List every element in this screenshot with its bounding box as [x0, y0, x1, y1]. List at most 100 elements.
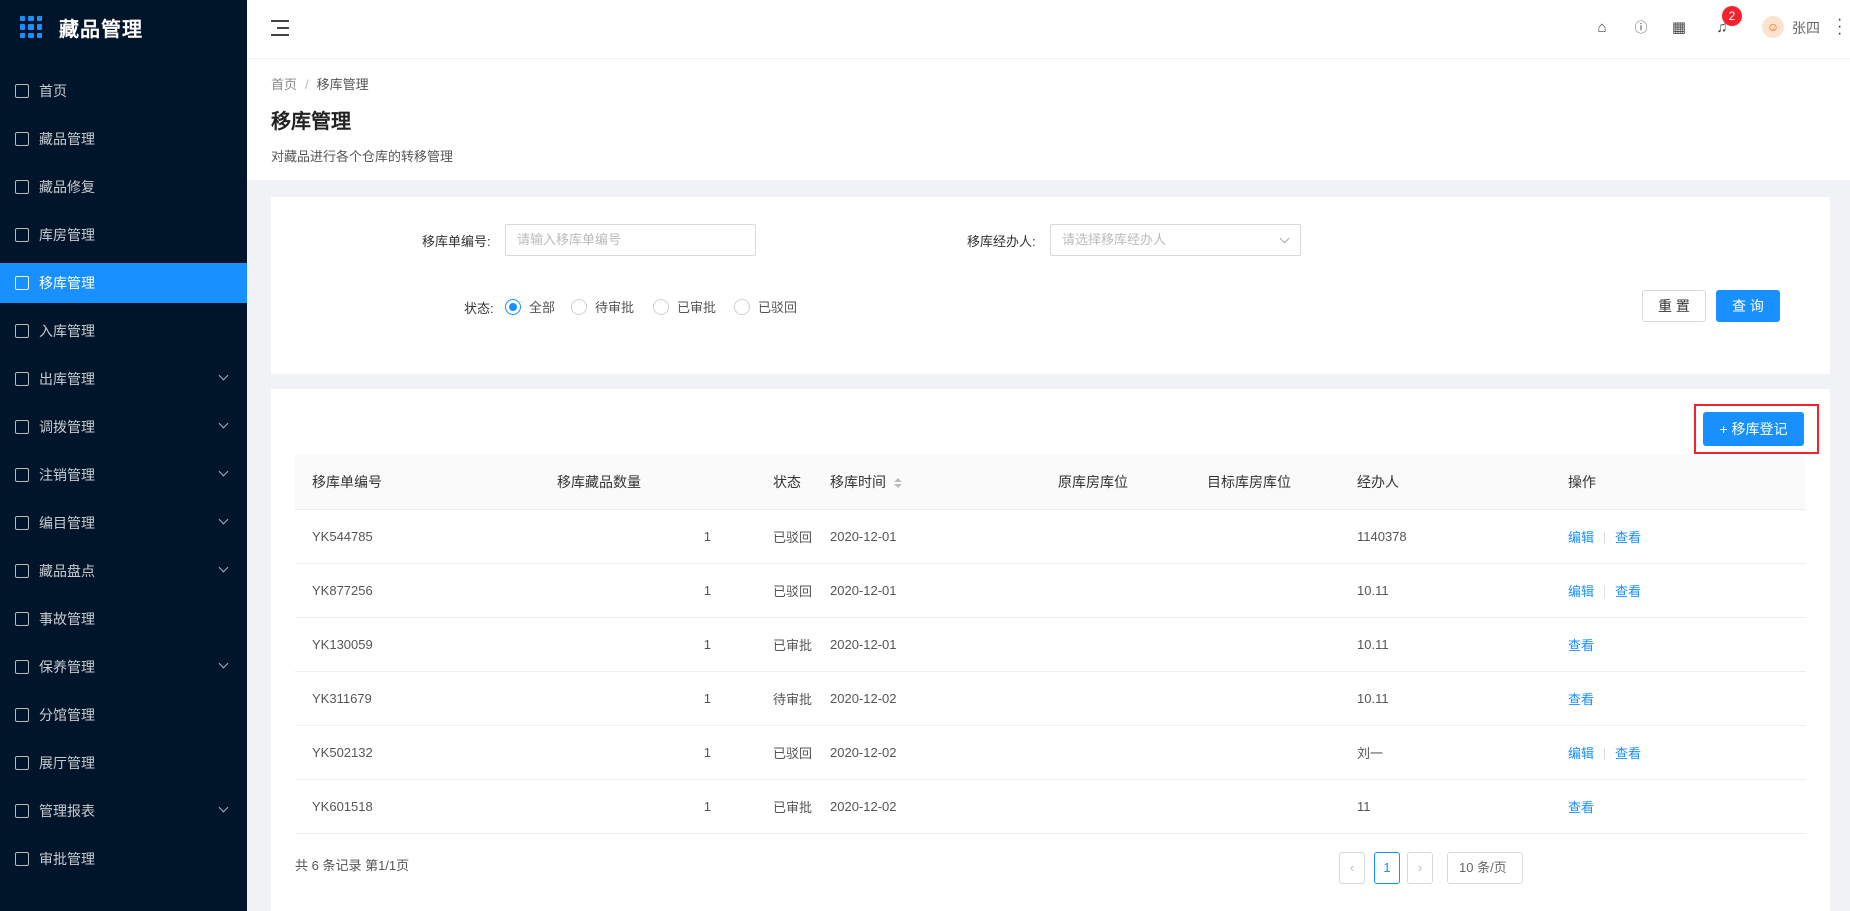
- action-divider: [1604, 532, 1606, 545]
- query-button[interactable]: 查 询: [1716, 290, 1780, 322]
- reset-button[interactable]: 重 置: [1642, 290, 1706, 322]
- order-no-input[interactable]: 请输入移库单编号: [505, 224, 756, 256]
- view-link[interactable]: 查看: [1615, 746, 1641, 761]
- next-page-button[interactable]: ›: [1407, 852, 1433, 884]
- action-divider: [1604, 748, 1606, 761]
- search-form: 移库单编号: 请输入移库单编号 移库经办人: 请选择移库经办人 状态: 全部 待…: [271, 197, 1830, 374]
- cell-time: 2020-12-02: [830, 779, 1058, 834]
- sort-icon[interactable]: [894, 478, 902, 489]
- table-header-row: 移库单编号 移库藏品数量 状态 移库时间 原库房库位 目标库房库位 经办人 操作: [295, 455, 1806, 510]
- sidebar-item-15[interactable]: 管理报表: [0, 791, 247, 831]
- sidebar-item-label: 展厅管理: [39, 755, 95, 771]
- help-icon[interactable]: ⓘ: [1631, 18, 1651, 38]
- laptop-icon: [15, 756, 29, 770]
- chevron-down-icon: [1279, 233, 1290, 244]
- more-vertical-icon[interactable]: · · ·: [1837, 12, 1842, 42]
- breadcrumb-home[interactable]: 首页: [271, 77, 297, 92]
- cell-status: 已驳回: [711, 563, 830, 618]
- status-radio-all[interactable]: 全部: [505, 297, 555, 316]
- sidebar-item-11[interactable]: 事故管理: [0, 599, 247, 639]
- sidebar-item-10[interactable]: 藏品盘点: [0, 551, 247, 591]
- sidebar-item-label: 编目管理: [39, 515, 95, 531]
- handler-select[interactable]: 请选择移库经办人: [1050, 224, 1301, 256]
- sidebar-item-8[interactable]: 注销管理: [0, 455, 247, 495]
- sidebar-item-5[interactable]: 入库管理: [0, 311, 247, 351]
- sidebar-item-13[interactable]: 分馆管理: [0, 695, 247, 735]
- status-label: 状态:: [464, 301, 494, 316]
- prev-page-button[interactable]: ‹: [1339, 852, 1365, 884]
- cell-time: 2020-12-01: [830, 617, 1058, 672]
- view-link[interactable]: 查看: [1615, 530, 1641, 545]
- breadcrumb-current: 移库管理: [316, 77, 369, 92]
- status-radio-rejected[interactable]: 已驳回: [734, 297, 797, 316]
- cell-order-no: YK311679: [295, 671, 557, 726]
- sidebar-item-1[interactable]: 藏品管理: [0, 119, 247, 159]
- edit-link[interactable]: 编辑: [1568, 746, 1594, 761]
- sidebar-item-9[interactable]: 编目管理: [0, 503, 247, 543]
- sidebar-item-label: 移库管理: [39, 275, 95, 291]
- page-size-label: 10 条/页: [1459, 860, 1507, 875]
- chevron-down-icon: [218, 514, 229, 525]
- cell-actions: 查看: [1568, 779, 1806, 834]
- username[interactable]: 张四: [1792, 18, 1820, 38]
- table-row: YK601518 1 已审批 2020-12-02 11 查看: [295, 779, 1806, 834]
- status-radio-pending-label: 待审批: [595, 300, 635, 315]
- home-icon[interactable]: ⌂: [1592, 18, 1612, 38]
- transfer-table: 移库单编号 移库藏品数量 状态 移库时间 原库房库位 目标库房库位 经办人 操作…: [295, 455, 1806, 834]
- view-link[interactable]: 查看: [1615, 584, 1641, 599]
- status-radio-pending[interactable]: 待审批: [571, 297, 634, 316]
- cell-actions: 编辑 查看: [1568, 509, 1806, 564]
- action-divider: [1604, 586, 1606, 599]
- sidebar-item-2[interactable]: 藏品修复: [0, 167, 247, 207]
- edit-link[interactable]: 编辑: [1568, 530, 1594, 545]
- cell-actions: 查看: [1568, 617, 1806, 672]
- sidebar-item-0[interactable]: 首页: [0, 71, 247, 111]
- col-header-actions: 操作: [1568, 455, 1806, 510]
- incident-icon: [15, 612, 29, 626]
- page-1-button[interactable]: 1: [1374, 852, 1400, 884]
- table-row: YK502132 1 已驳回 2020-12-02 刘一 编辑 查看: [295, 725, 1806, 780]
- status-radio-approved[interactable]: 已审批: [653, 297, 716, 316]
- status-radio-all-label: 全部: [529, 300, 556, 315]
- sidebar-item-7[interactable]: 调拨管理: [0, 407, 247, 447]
- cell-qty: 1: [557, 563, 711, 618]
- sidebar-item-16[interactable]: 审批管理: [0, 839, 247, 879]
- cell-handler: 1140378: [1357, 509, 1568, 564]
- avatar[interactable]: ☺: [1762, 16, 1784, 38]
- apps-icon[interactable]: ▦: [1669, 18, 1689, 38]
- sidebar-item-6[interactable]: 出库管理: [0, 359, 247, 399]
- edit-link[interactable]: 编辑: [1568, 584, 1594, 599]
- col-header-status: 状态: [711, 455, 830, 510]
- cell-from: [1058, 671, 1207, 726]
- add-transfer-button[interactable]: + 移库登记: [1703, 412, 1804, 446]
- table-row: YK130059 1 已审批 2020-12-01 10.11 查看: [295, 617, 1806, 672]
- chevron-down-icon: [218, 562, 229, 573]
- status-radio-approved-label: 已审批: [677, 300, 717, 315]
- sidebar-item-14[interactable]: 展厅管理: [0, 743, 247, 783]
- cell-to: [1207, 509, 1357, 564]
- calendar-icon: [15, 132, 29, 146]
- cell-from: [1058, 725, 1207, 780]
- menu-fold-icon[interactable]: [271, 20, 289, 36]
- cell-actions: 编辑 查看: [1568, 725, 1806, 780]
- cell-time: 2020-12-01: [830, 509, 1058, 564]
- view-link[interactable]: 查看: [1568, 692, 1594, 707]
- report-icon: [15, 804, 29, 818]
- cell-actions: 编辑 查看: [1568, 563, 1806, 618]
- cell-status: 待审批: [711, 671, 830, 726]
- sidebar-item-label: 保养管理: [39, 659, 95, 675]
- document-icon: [15, 468, 29, 482]
- sidebar-item-4[interactable]: 移库管理: [0, 263, 247, 303]
- sidebar-item-12[interactable]: 保养管理: [0, 647, 247, 687]
- cell-order-no: YK502132: [295, 725, 557, 780]
- cell-order-no: YK544785: [295, 509, 557, 564]
- view-link[interactable]: 查看: [1568, 800, 1594, 815]
- view-link[interactable]: 查看: [1568, 638, 1594, 653]
- cell-handler: 10.11: [1357, 617, 1568, 672]
- sidebar-item-3[interactable]: 库房管理: [0, 215, 247, 255]
- cell-status: 已审批: [711, 617, 830, 672]
- col-header-time[interactable]: 移库时间: [830, 455, 1058, 510]
- cell-from: [1058, 617, 1207, 672]
- page-size-select[interactable]: 10 条/页: [1447, 852, 1523, 884]
- cell-status: 已审批: [711, 779, 830, 834]
